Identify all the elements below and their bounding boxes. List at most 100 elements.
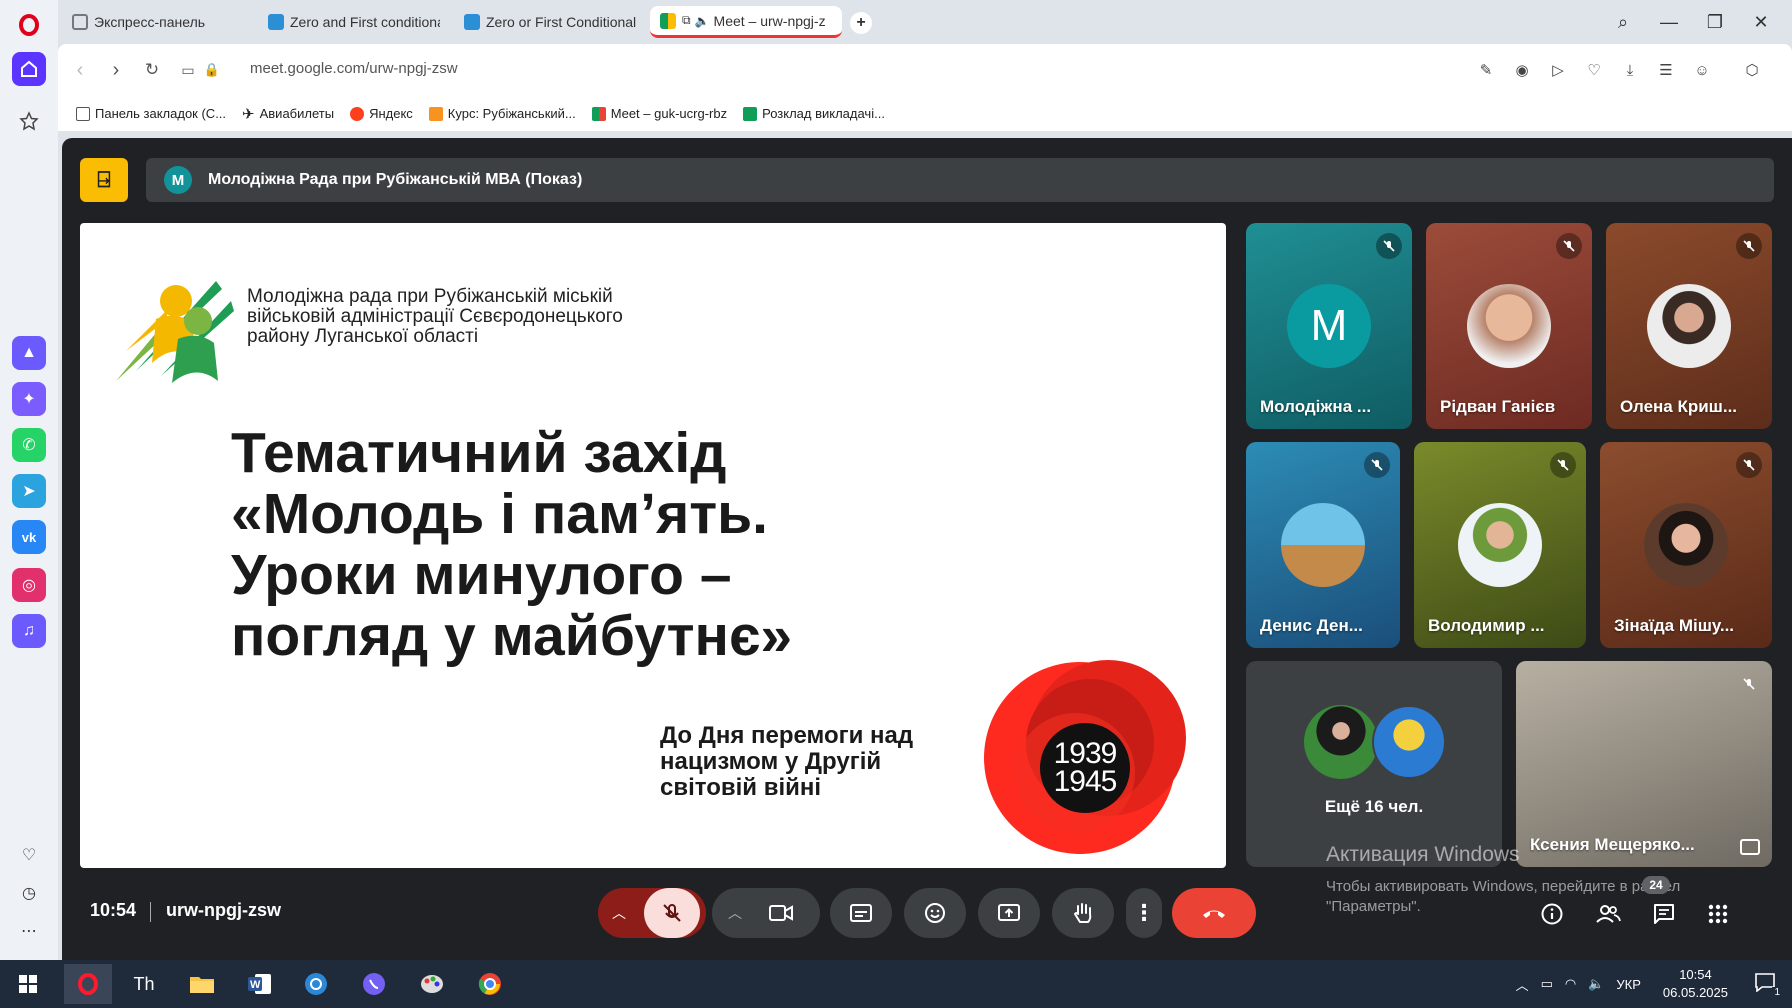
- send-icon[interactable]: ▷: [1546, 58, 1570, 82]
- more-icon[interactable]: ⋯: [12, 914, 46, 948]
- back-button[interactable]: ‹: [66, 56, 94, 84]
- chrome-icon[interactable]: [466, 964, 514, 1004]
- system-tray: ︿ ▭ ◠ 🔈 УКР 10:54 06.05.2025 1: [1516, 960, 1792, 1008]
- text-app-icon[interactable]: Th: [120, 964, 168, 1004]
- star-icon[interactable]: [12, 104, 46, 138]
- paint-icon[interactable]: [408, 964, 456, 1004]
- meeting-info-button[interactable]: [1534, 896, 1570, 932]
- more-participants-tile[interactable]: Ещё 16 чел.: [1246, 661, 1502, 867]
- close-button[interactable]: ✕: [1744, 6, 1778, 38]
- participant-tile[interactable]: Денис Ден...: [1246, 442, 1400, 648]
- telegram-icon[interactable]: ➤: [12, 474, 46, 508]
- participant-tile[interactable]: Олена Криш...: [1606, 223, 1772, 429]
- taskbar-clock[interactable]: 10:54 06.05.2025: [1663, 966, 1728, 1002]
- messenger-icon[interactable]: ✦: [12, 382, 46, 416]
- reactions-button[interactable]: [904, 888, 966, 938]
- speaker-icon[interactable]: 🔈: [695, 14, 710, 28]
- camera-options-button[interactable]: ︿: [712, 888, 820, 938]
- hand-icon: [1073, 903, 1092, 923]
- bookmark-course[interactable]: Курс: Рубіжанський...: [428, 106, 576, 121]
- opera-taskbar-icon[interactable]: [64, 964, 112, 1004]
- bookmark-panel[interactable]: Панель закладок (С...: [76, 106, 226, 121]
- url-field[interactable]: meet.google.com/urw-npgj-zsw: [250, 60, 458, 77]
- edit-icon[interactable]: ✎: [1474, 58, 1498, 82]
- heart-icon[interactable]: ♡: [1582, 58, 1606, 82]
- participant-tile[interactable]: M Молодіжна ...: [1246, 223, 1412, 429]
- svg-text:W: W: [250, 979, 261, 991]
- lock-icon[interactable]: 🔒: [198, 56, 226, 84]
- apps-grid-icon: [1708, 904, 1728, 924]
- participant-tile[interactable]: Володимир ...: [1414, 442, 1586, 648]
- bookmark-meet[interactable]: Meet – guk-ucrg-rbz: [591, 106, 727, 121]
- avatar: [1372, 705, 1446, 779]
- settings-icon[interactable]: ☰: [1654, 58, 1678, 82]
- microphone-button[interactable]: [644, 888, 700, 938]
- whatsapp-icon[interactable]: ✆: [12, 428, 46, 462]
- battery-icon[interactable]: ▭: [1541, 976, 1553, 992]
- participant-tile[interactable]: Зінаїда Мішу...: [1600, 442, 1772, 648]
- popout-icon[interactable]: ⧉: [682, 13, 691, 28]
- presentation-icon[interactable]: ⍈: [80, 158, 128, 202]
- tab-zero-or-first[interactable]: Zero or First Conditional -: [454, 6, 646, 38]
- music-player-icon[interactable]: ♫: [12, 614, 46, 648]
- present-screen-button[interactable]: [978, 888, 1040, 938]
- aria-icon[interactable]: ▲: [12, 336, 46, 370]
- wifi-icon[interactable]: ◠: [1565, 976, 1576, 992]
- download-icon[interactable]: ⤓: [1618, 58, 1642, 82]
- new-tab-button[interactable]: +: [850, 12, 872, 34]
- window-controls: ⌕ — ❐ ✕: [1606, 6, 1778, 38]
- participant-tile[interactable]: Рідван Ганієв: [1426, 223, 1592, 429]
- forward-button[interactable]: ›: [102, 56, 130, 84]
- airplane-icon: ✈: [242, 105, 255, 123]
- bookmark-flights[interactable]: ✈ Авиабилеты: [242, 105, 334, 123]
- history-icon[interactable]: ◷: [12, 876, 46, 910]
- info-icon: [1541, 903, 1563, 925]
- tab-express-panel[interactable]: Экспресс-панель: [62, 6, 254, 38]
- bookmark-schedule[interactable]: Розклад викладачі...: [743, 106, 885, 121]
- home-icon[interactable]: [12, 52, 46, 86]
- chat-button[interactable]: [1646, 896, 1682, 932]
- notifications-icon[interactable]: 1: [1754, 972, 1782, 998]
- bookmark-yandex[interactable]: Яндекс: [350, 106, 413, 121]
- activities-button[interactable]: [1700, 896, 1736, 932]
- mic-off-icon: [1736, 452, 1762, 478]
- meeting-code[interactable]: urw-npgj-zsw: [166, 900, 281, 921]
- word-icon[interactable]: W: [236, 964, 284, 1004]
- instagram-icon[interactable]: ◎: [12, 568, 46, 602]
- presenter-bar[interactable]: M Молодіжна Рада при Рубіжанській МВА (П…: [146, 158, 1774, 202]
- tab-zero-and-first[interactable]: Zero and First conditional: [258, 6, 450, 38]
- hang-up-icon: [1203, 910, 1225, 918]
- participant-tile[interactable]: Ксения Мещеряко...: [1516, 661, 1772, 867]
- edge-app-icon[interactable]: [292, 964, 340, 1004]
- wordwall-icon: [268, 14, 284, 30]
- heart-icon[interactable]: ♡: [12, 838, 46, 872]
- volume-icon[interactable]: 🔈: [1588, 976, 1604, 992]
- tab-meet[interactable]: ⧉ 🔈 Meet – urw-npgj-z: [650, 6, 842, 38]
- shared-slide: Молодіжна рада при Рубіжанській міській …: [80, 223, 1226, 868]
- end-call-button[interactable]: [1172, 888, 1256, 938]
- pin-tile-icon[interactable]: [1740, 839, 1760, 855]
- more-options-button[interactable]: ⋮: [1126, 888, 1162, 938]
- extensions-icon[interactable]: ⬡: [1740, 58, 1764, 82]
- meet-icon: [660, 12, 676, 29]
- profile-icon[interactable]: ☺: [1690, 58, 1714, 82]
- search-tabs-icon[interactable]: ⌕: [1606, 6, 1640, 38]
- reload-button[interactable]: ↻: [138, 56, 166, 84]
- slide-subtitle: До Дня перемоги над нацизмом у Другій св…: [660, 722, 914, 801]
- camera-icon: [769, 905, 793, 921]
- address-bar: ‹ › ↻ ▭ 🔒 meet.google.com/urw-npgj-zsw ✎…: [58, 44, 1792, 96]
- people-button[interactable]: [1590, 896, 1626, 932]
- maximize-button[interactable]: ❐: [1698, 6, 1732, 38]
- keyboard-language[interactable]: УКР: [1616, 977, 1641, 992]
- minimize-button[interactable]: —: [1652, 6, 1686, 38]
- emoji-icon: [925, 903, 945, 923]
- opera-logo-icon[interactable]: [12, 8, 46, 42]
- raise-hand-button[interactable]: [1052, 888, 1114, 938]
- snapshot-icon[interactable]: ◉: [1510, 58, 1534, 82]
- windows-start-icon[interactable]: [4, 964, 52, 1004]
- chevron-up-icon[interactable]: ︿: [1516, 975, 1529, 994]
- file-explorer-icon[interactable]: [178, 964, 226, 1004]
- viber-icon[interactable]: [350, 964, 398, 1004]
- captions-button[interactable]: [830, 888, 892, 938]
- vk-icon[interactable]: vk: [12, 520, 46, 554]
